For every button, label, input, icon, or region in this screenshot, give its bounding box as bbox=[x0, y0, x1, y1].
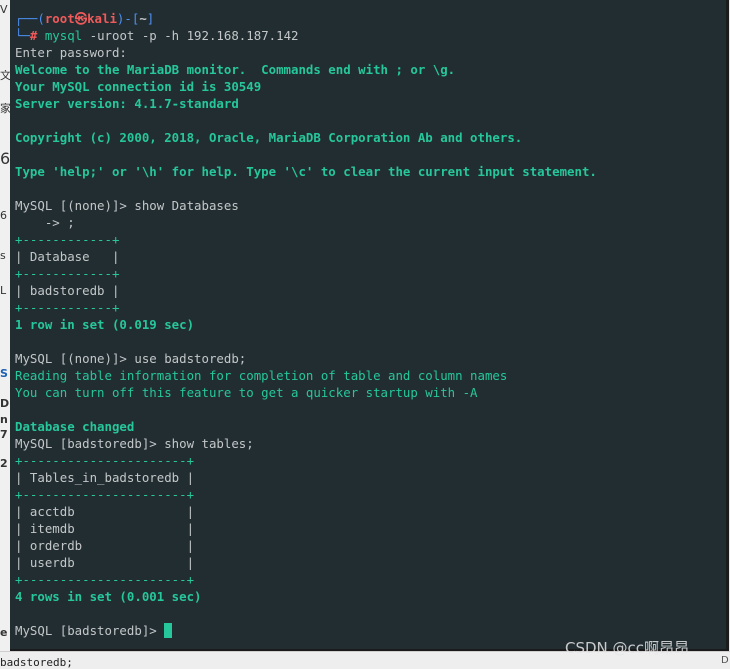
table-row: | acctdb | bbox=[15, 504, 195, 519]
background-glyph: S bbox=[0, 368, 8, 380]
output-line: Enter password: bbox=[15, 45, 127, 60]
command-line: └─# mysql -uroot -p -h 192.168.187.142 bbox=[15, 27, 299, 44]
table-row: | badstoredb | bbox=[15, 283, 120, 298]
watermark: CSDN @cc啊昂昂 bbox=[565, 639, 690, 657]
prompt-at-symbol: ㉿ bbox=[74, 11, 88, 26]
table-border: +----------------------+ bbox=[15, 572, 195, 587]
text-cursor bbox=[164, 623, 173, 638]
prompt-corner-bottom: └─ bbox=[15, 28, 30, 43]
background-glyph: L bbox=[0, 285, 7, 297]
mysql-continuation-line: -> ; bbox=[15, 215, 75, 230]
prompt-host: kali bbox=[87, 11, 117, 26]
prompt-separator: )-[ bbox=[116, 11, 140, 26]
table-row: | itemdb | bbox=[15, 521, 195, 536]
background-bottom-text: badstoredb; bbox=[0, 656, 73, 669]
output-line: Welcome to the MariaDB monitor. Commands… bbox=[15, 62, 456, 77]
prompt-directory: ~ bbox=[139, 11, 147, 26]
table-header-row: | Database | bbox=[15, 249, 120, 264]
background-glyph: 6 bbox=[0, 150, 10, 168]
background-glyph: D bbox=[0, 398, 10, 410]
background-window-edge: ᐯ 文 家 6 6 s L S D n 7 2 e bbox=[0, 0, 10, 669]
prompt-close: ] bbox=[146, 11, 155, 26]
table-row: | orderdb | bbox=[15, 538, 195, 553]
background-bottom-edge-letter: D bbox=[721, 655, 729, 666]
output-line: You can turn off this feature to get a q… bbox=[15, 385, 478, 400]
output-line: Copyright (c) 2000, 2018, Oracle, MariaD… bbox=[15, 130, 523, 145]
background-glyph: s bbox=[0, 250, 6, 262]
result-summary: 4 rows in set (0.001 sec) bbox=[15, 589, 202, 604]
table-border: +----------------------+ bbox=[15, 453, 195, 468]
result-summary: 1 row in set (0.019 sec) bbox=[15, 317, 195, 332]
output-line: Server version: 4.1.7-standard bbox=[15, 96, 239, 111]
table-border: +------------+ bbox=[15, 232, 120, 247]
background-glyph: e bbox=[0, 627, 8, 639]
table-border: +----------------------+ bbox=[15, 487, 195, 502]
command-args: -uroot -p -h 192.168.187.142 bbox=[82, 28, 299, 43]
screen: ᐯ 文 家 6 6 s L S D n 7 2 e badstoredb; D … bbox=[0, 0, 730, 669]
background-glyph: 2 bbox=[0, 458, 8, 470]
background-glyph: 6 bbox=[0, 210, 7, 222]
mysql-active-prompt: MySQL [badstoredb]> bbox=[15, 623, 165, 638]
mysql-prompt-line: MySQL [(none)]> show Databases bbox=[15, 198, 239, 213]
active-input-line[interactable]: MySQL [badstoredb]> bbox=[15, 622, 173, 639]
background-glyph: n bbox=[0, 414, 8, 426]
background-glyph: ᐯ bbox=[0, 4, 8, 16]
terminal-window[interactable]: ┌──(root㉿kali)-[~] └─# mysql -uroot -p -… bbox=[10, 0, 729, 651]
prompt-corner-top: ┌──( bbox=[15, 11, 45, 26]
table-header-row: | Tables_in_badstoredb | bbox=[15, 470, 195, 485]
mysql-prompt-line: MySQL [badstoredb]> show tables; bbox=[15, 436, 254, 451]
output-line: Reading table information for completion… bbox=[15, 368, 508, 383]
table-row: | userdb | bbox=[15, 555, 195, 570]
mysql-prompt-line: MySQL [(none)]> use badstoredb; bbox=[15, 351, 247, 366]
table-border: +------------+ bbox=[15, 300, 120, 315]
table-border: +------------+ bbox=[15, 266, 120, 281]
command-name: mysql bbox=[44, 28, 83, 43]
output-line: Type 'help;' or '\h' for help. Type '\c'… bbox=[15, 164, 597, 179]
output-line: Database changed bbox=[15, 419, 135, 434]
background-glyph: 7 bbox=[0, 429, 8, 441]
prompt-hash: # bbox=[29, 28, 45, 43]
prompt-user: root bbox=[44, 11, 75, 26]
background-glyph: 文 bbox=[0, 70, 10, 82]
background-glyph: 家 bbox=[0, 103, 10, 115]
output-line: Your MySQL connection id is 30549 bbox=[15, 79, 262, 94]
prompt-header-line: ┌──(root㉿kali)-[~] bbox=[15, 10, 154, 27]
